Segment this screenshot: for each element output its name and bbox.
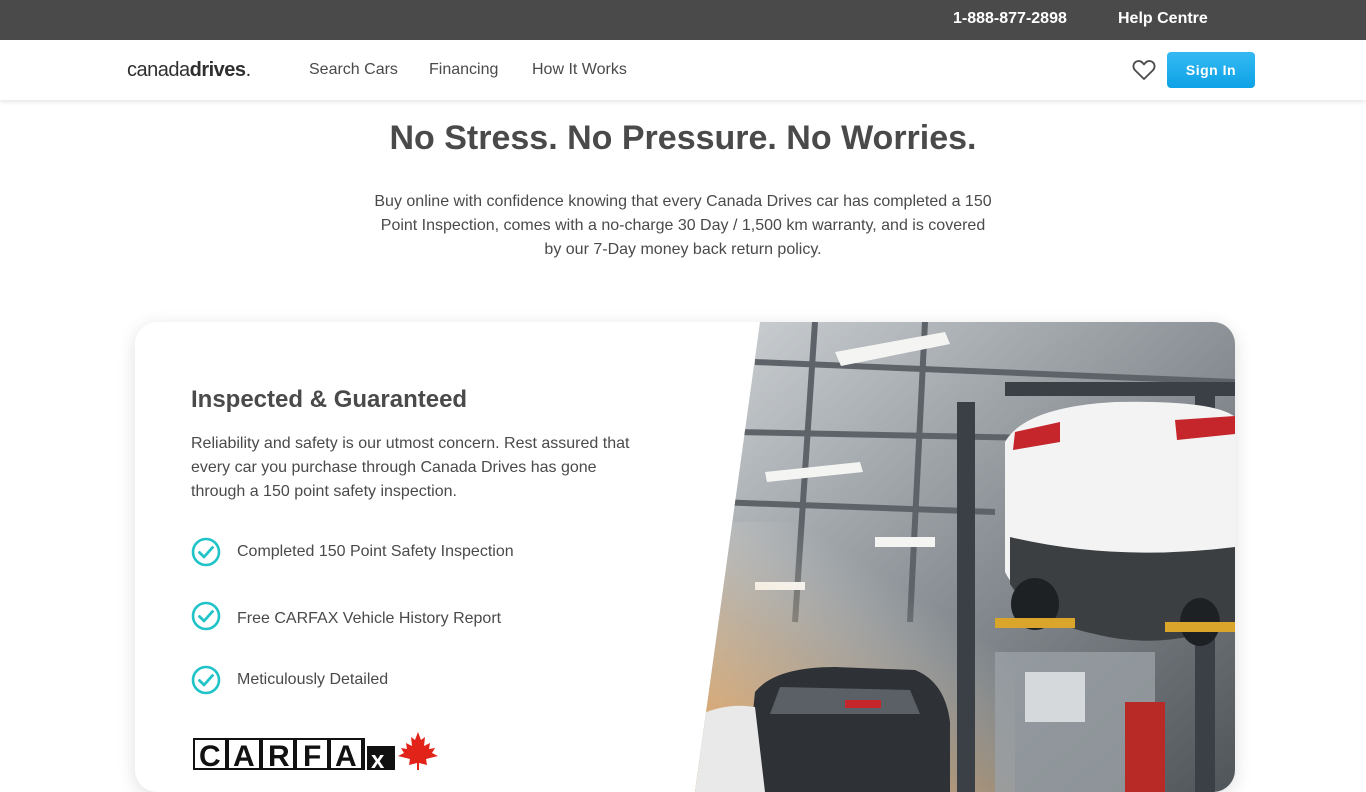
canada-drives-logo[interactable]: canadadrives. — [127, 59, 251, 82]
check-circle-icon — [191, 601, 221, 631]
nav-link-search-cars[interactable]: Search Cars — [309, 61, 398, 79]
feature-label: Meticulously Detailed — [237, 671, 389, 688]
svg-text:x: x — [371, 747, 385, 770]
phone-number-link[interactable]: 1-888-877-2898 — [953, 10, 1067, 28]
carfax-canada-logo: C A R F A x — [193, 732, 438, 770]
logo-text-canada: canada — [127, 59, 190, 81]
nav-link-financing[interactable]: Financing — [429, 61, 498, 79]
svg-text:A: A — [335, 740, 357, 770]
nav-link-how-it-works[interactable]: How It Works — [532, 61, 627, 79]
feature-label: Free CARFAX Vehicle History Report — [237, 610, 502, 627]
check-circle-icon — [191, 665, 221, 695]
check-circle-icon — [191, 537, 221, 567]
logo-text-drives: drives — [189, 59, 246, 81]
main-navigation: canadadrives. Search Cars Financing How … — [0, 40, 1366, 100]
sign-in-button[interactable]: Sign In — [1167, 52, 1255, 88]
top-utility-bar: 1-888-877-2898 Help Centre — [0, 0, 1366, 40]
svg-text:R: R — [268, 740, 290, 770]
feature-label: Completed 150 Point Safety Inspection — [237, 543, 514, 560]
card-title: Inspected & Guaranteed — [191, 386, 468, 413]
inspected-guaranteed-card: Inspected & Guaranteed Reliability and s… — [135, 322, 1235, 792]
hero-subtext: Buy online with confidence knowing that … — [374, 193, 992, 258]
heart-icon[interactable] — [1132, 59, 1156, 81]
page-headline: No Stress. No Pressure. No Worries. — [389, 119, 977, 157]
card-description: Reliability and safety is our utmost con… — [191, 435, 630, 500]
help-centre-link[interactable]: Help Centre — [1118, 10, 1208, 28]
svg-text:C: C — [199, 740, 221, 770]
logo-dot: . — [245, 59, 252, 81]
garage-car-lift-image — [695, 322, 1235, 792]
svg-text:A: A — [233, 740, 255, 770]
svg-text:F: F — [303, 740, 321, 770]
